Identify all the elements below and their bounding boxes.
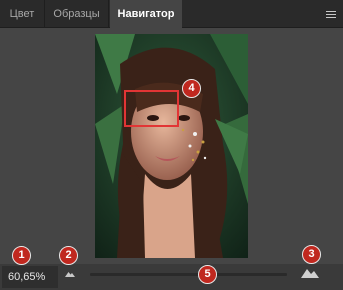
small-mountain-icon[interactable] bbox=[65, 271, 75, 277]
proxy-view-rectangle[interactable] bbox=[124, 90, 179, 127]
large-mountain-icon[interactable] bbox=[301, 267, 319, 278]
hamburger-menu-icon[interactable] bbox=[326, 11, 336, 18]
annotation-badge: 1 bbox=[12, 246, 31, 265]
annotation-badge: 3 bbox=[302, 245, 321, 264]
tab-color[interactable]: Цвет bbox=[0, 0, 45, 28]
tab-navigator[interactable]: Навигатор bbox=[110, 0, 182, 29]
annotation-badge: 5 bbox=[198, 265, 217, 284]
portrait-image bbox=[95, 34, 248, 258]
zoom-slider-track[interactable] bbox=[90, 273, 287, 276]
tab-swatches[interactable]: Образцы bbox=[45, 0, 109, 28]
annotation-badge: 2 bbox=[59, 246, 78, 265]
panel-tab-bar: Цвет Образцы Навигатор bbox=[0, 0, 343, 29]
annotation-badge: 4 bbox=[182, 79, 201, 98]
navigator-thumbnail[interactable] bbox=[95, 34, 248, 258]
zoom-value-field[interactable]: 60,65% bbox=[2, 266, 58, 288]
